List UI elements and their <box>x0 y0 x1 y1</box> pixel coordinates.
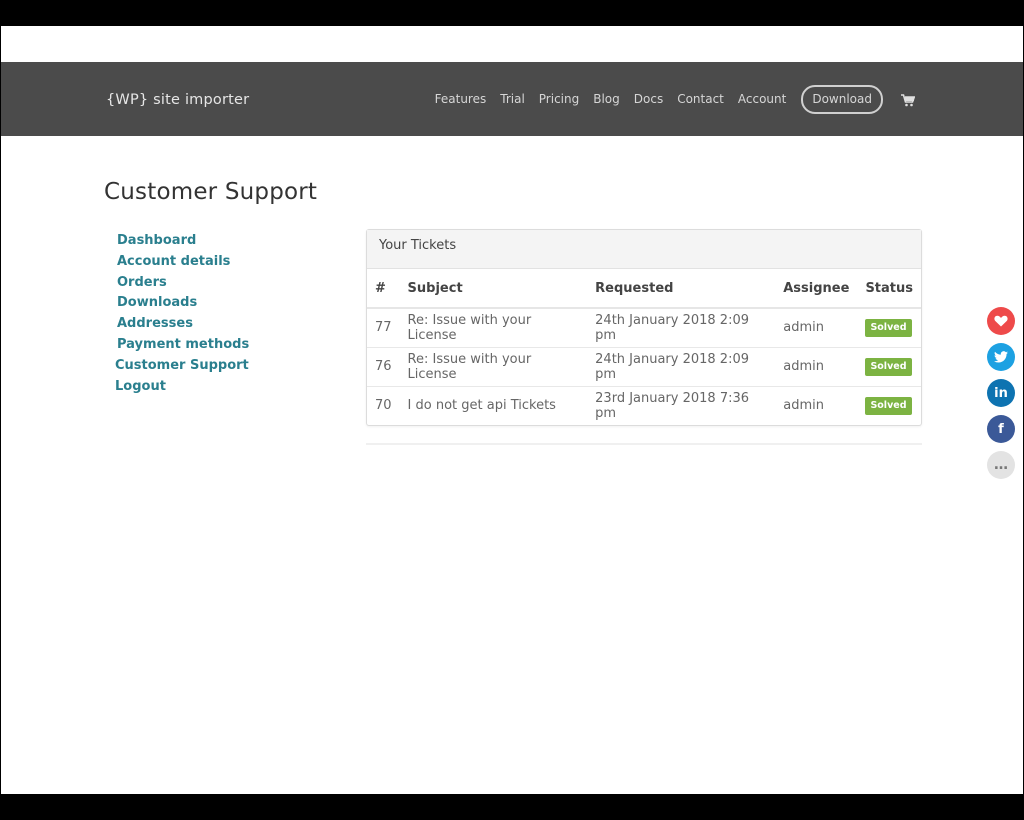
ticket-assignee: admin <box>783 398 824 414</box>
nav-docs[interactable]: Docs <box>634 92 663 106</box>
tickets-panel-title: Your Tickets <box>367 230 921 269</box>
tickets-table: # Subject Requested Assignee Status 77 R… <box>367 269 921 425</box>
ticket-subject[interactable]: I do not get api Tickets <box>400 386 588 425</box>
sidebar-item-payment-methods[interactable]: Payment methods <box>115 335 249 356</box>
ticket-subject[interactable]: Re: Issue with your License <box>399 308 588 348</box>
sidebar-item-orders[interactable]: Orders <box>115 273 249 294</box>
nav-trial[interactable]: Trial <box>500 92 525 106</box>
nav-features[interactable]: Features <box>435 92 487 106</box>
table-row[interactable]: 77 Re: Issue with your License 24th Janu… <box>367 308 921 348</box>
col-requested: Requested <box>587 269 776 309</box>
col-assignee: Assignee <box>775 269 858 309</box>
linkedin-icon[interactable]: in <box>987 379 1015 407</box>
facebook-icon[interactable]: f <box>987 415 1015 443</box>
sidebar-item-logout[interactable]: Logout <box>115 377 249 398</box>
content-divider <box>366 443 922 445</box>
col-subject: Subject <box>399 269 588 309</box>
ticket-id: 77 <box>367 308 400 348</box>
account-sidebar: Dashboard Account details Orders Downloa… <box>115 231 249 397</box>
letterbox-bottom <box>0 794 1024 820</box>
shopping-cart-icon[interactable] <box>901 92 916 107</box>
nav-blog[interactable]: Blog <box>593 92 620 106</box>
nav-account[interactable]: Account <box>738 92 786 106</box>
table-header-row: # Subject Requested Assignee Status <box>367 269 921 309</box>
ticket-id: 76 <box>367 347 400 387</box>
ticket-id: 70 <box>375 398 392 414</box>
sidebar-item-addresses[interactable]: Addresses <box>115 314 249 335</box>
download-button[interactable]: Download <box>801 84 883 114</box>
site-header: {WP} site importer Features Trial Pricin… <box>1 62 1023 136</box>
col-status: Status <box>857 269 921 309</box>
ticket-subject[interactable]: Re: Issue with your License <box>399 347 588 387</box>
share-sidebar: in f … <box>987 307 1015 487</box>
status-badge: Solved <box>865 318 912 337</box>
sidebar-item-account-details[interactable]: Account details <box>115 252 249 273</box>
table-row[interactable]: 76 Re: Issue with your License 24th Janu… <box>367 347 921 387</box>
main-nav: Features Trial Pricing Blog Docs Contact… <box>435 62 916 136</box>
letterbox-top <box>0 0 1024 26</box>
more-icon[interactable]: … <box>987 451 1015 479</box>
twitter-icon[interactable] <box>987 343 1015 371</box>
sidebar-item-customer-support[interactable]: Customer Support <box>115 356 249 377</box>
site-logo[interactable]: {WP} site importer <box>106 92 249 108</box>
ticket-requested: 24th January 2018 2:09 pm <box>587 308 776 348</box>
page: {WP} site importer Features Trial Pricin… <box>1 26 1023 794</box>
nav-pricing[interactable]: Pricing <box>539 92 579 106</box>
nav-contact[interactable]: Contact <box>677 92 724 106</box>
sidebar-item-downloads[interactable]: Downloads <box>115 293 249 314</box>
ticket-requested: 24th January 2018 2:09 pm <box>587 347 776 387</box>
ticket-requested: 23rd January 2018 7:36 pm <box>595 390 750 421</box>
page-title: Customer Support <box>104 179 318 205</box>
status-badge: Solved <box>865 396 912 415</box>
status-badge: Solved <box>865 357 912 376</box>
heart-icon[interactable] <box>987 307 1015 335</box>
tickets-panel: Your Tickets # Subject Requested Assigne… <box>366 229 922 426</box>
sidebar-item-dashboard[interactable]: Dashboard <box>115 231 249 252</box>
ticket-assignee: admin <box>775 347 858 387</box>
col-id: # <box>367 269 400 309</box>
table-row[interactable]: 70 I do not get api Tickets 23rd January… <box>367 386 921 425</box>
ticket-assignee: admin <box>775 308 858 348</box>
